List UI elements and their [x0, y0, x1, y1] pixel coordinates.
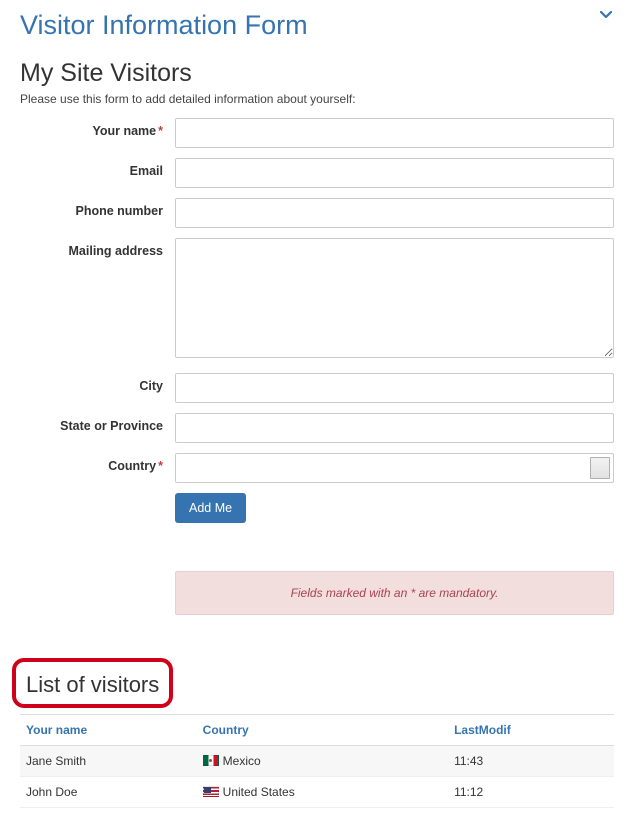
phone-field[interactable] [175, 198, 614, 228]
address-field[interactable] [175, 238, 614, 358]
visitors-table: Your name Country LastModif Jane Smith M… [20, 714, 614, 808]
add-me-button[interactable]: Add Me [175, 493, 246, 523]
col-country[interactable]: Country [197, 715, 448, 746]
label-name: Your name* [20, 118, 175, 138]
cell-name: John Doe [20, 777, 197, 808]
city-field[interactable] [175, 373, 614, 403]
mandatory-note: Fields marked with an * are mandatory. [175, 571, 614, 615]
form-instruction: Please use this form to add detailed inf… [20, 92, 614, 106]
country-select[interactable] [175, 453, 614, 483]
flag-icon-us [203, 786, 219, 797]
flag-icon-mx [203, 755, 219, 766]
label-state: State or Province [20, 413, 175, 433]
label-email: Email [20, 158, 175, 178]
col-name[interactable]: Your name [20, 715, 197, 746]
state-field[interactable] [175, 413, 614, 443]
label-address: Mailing address [20, 238, 175, 258]
table-row: John Doe United States 11:12 [20, 777, 614, 808]
visitors-heading: List of visitors [20, 670, 165, 700]
email-field[interactable] [175, 158, 614, 188]
cell-name: Jane Smith [20, 746, 197, 777]
label-city: City [20, 373, 175, 393]
page-title: Visitor Information Form [20, 0, 614, 49]
chevron-down-icon[interactable] [600, 8, 612, 24]
col-lastmodif[interactable]: LastModif [448, 715, 614, 746]
cell-country: Mexico [197, 746, 448, 777]
name-field[interactable] [175, 118, 614, 148]
label-phone: Phone number [20, 198, 175, 218]
table-row: Jane Smith Mexico 11:43 [20, 746, 614, 777]
cell-lastmodif: 11:12 [448, 777, 614, 808]
cell-lastmodif: 11:43 [448, 746, 614, 777]
label-country: Country* [20, 453, 175, 473]
cell-country: United States [197, 777, 448, 808]
form-heading: My Site Visitors [20, 49, 614, 92]
